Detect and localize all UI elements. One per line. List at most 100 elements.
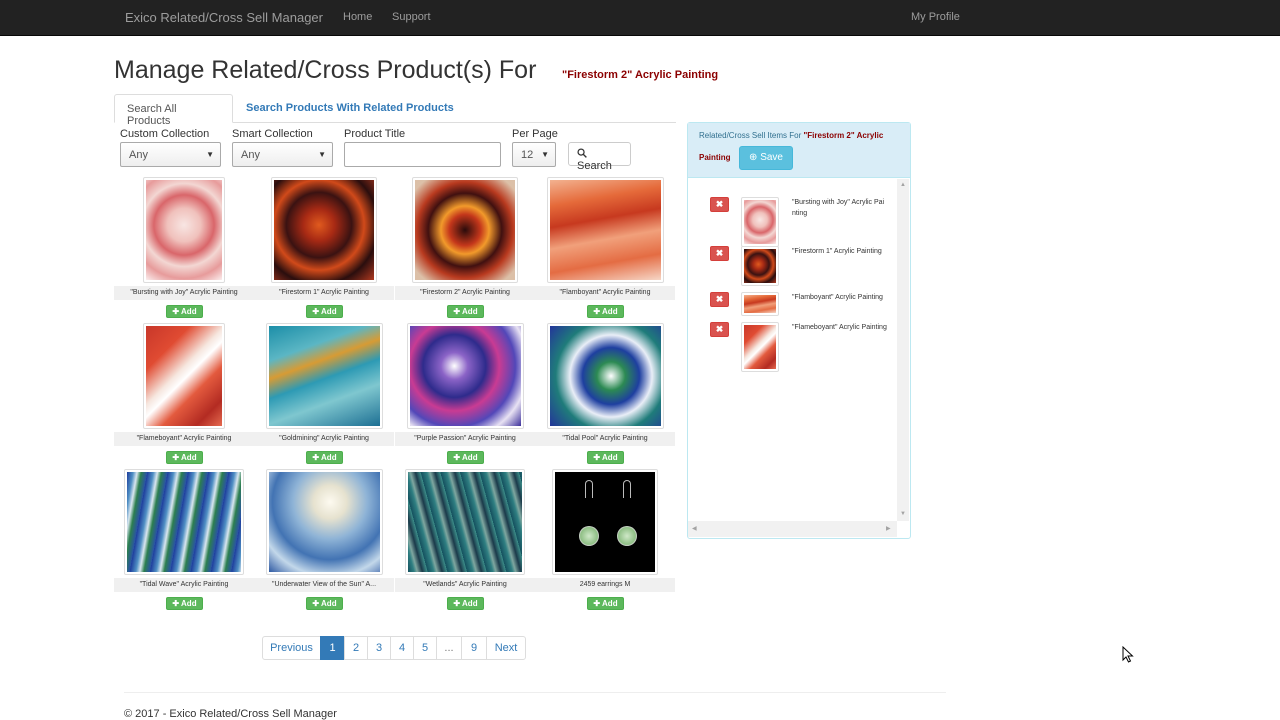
remove-item-button[interactable]: ✖ (710, 292, 729, 307)
add-product-button[interactable]: ✚ Add (306, 451, 343, 464)
brand-link[interactable]: Exico Related/Cross Sell Manager (125, 10, 323, 25)
related-item-title: "Bursting with Joy" Acrylic Painting (792, 199, 885, 217)
related-panel-heading: Related/Cross Sell Items For "Firestorm … (688, 123, 910, 178)
search-button-label: Search (577, 160, 612, 172)
product-title-input[interactable] (344, 142, 501, 167)
search-button[interactable]: Search (568, 142, 631, 172)
scroll-down-icon: ▼ (900, 511, 906, 517)
product-image (266, 469, 383, 575)
add-product-button[interactable]: ✚ Add (587, 305, 624, 318)
scroll-left-icon: ◀ (692, 526, 697, 532)
add-product-button[interactable]: ✚ Add (306, 597, 343, 610)
product-title: "Flamboyant" Acrylic Painting (535, 286, 675, 300)
remove-item-button[interactable]: ✖ (710, 322, 729, 337)
product-title: "Tidal Pool" Acrylic Painting (535, 432, 675, 446)
product-image (143, 177, 225, 283)
product-title: "Flameboyant" Acrylic Painting (114, 432, 254, 446)
related-item-title: "Flameboyant" Acrylic Painting (792, 324, 887, 331)
related-panel-title: Related/Cross Sell Items For "Firestorm … (699, 131, 884, 140)
pagination-page-1[interactable]: 1 (320, 636, 345, 660)
related-item-image (741, 197, 779, 247)
product-image (407, 323, 524, 429)
product-title: "Purple Passion" Acrylic Painting (395, 432, 535, 446)
vertical-scrollbar[interactable]: ▲ ▼ (897, 179, 909, 521)
per-page-label: Per Page (512, 128, 558, 140)
add-product-button[interactable]: ✚ Add (447, 451, 484, 464)
nav-home-link[interactable]: Home (343, 11, 372, 23)
custom-collection-label: Custom Collection (120, 128, 210, 140)
product-title: "Wetlands" Acrylic Painting (395, 578, 535, 592)
scroll-up-icon: ▲ (900, 182, 906, 188)
remove-icon: ✖ (715, 324, 724, 334)
remove-item-button[interactable]: ✖ (710, 246, 729, 261)
scroll-right-icon: ▶ (886, 526, 891, 532)
smart-collection-value: Any (241, 149, 260, 161)
product-title: 2459 earrings M (535, 578, 675, 592)
footer-copyright: © 2017 - Exico Related/Cross Sell Manage… (124, 708, 337, 720)
caret-down-icon: ▼ (541, 150, 549, 159)
add-product-button[interactable]: ✚ Add (587, 451, 624, 464)
search-tabs: Search All Products Search Products With… (114, 94, 676, 127)
related-item-image (741, 246, 779, 286)
pagination-page-3[interactable]: 3 (367, 636, 391, 660)
pagination-page-4[interactable]: 4 (390, 636, 414, 660)
pagination-page-9[interactable]: 9 (461, 636, 487, 660)
add-product-button[interactable]: ✚ Add (166, 451, 203, 464)
related-item-image (741, 322, 779, 372)
smart-collection-label: Smart Collection (232, 128, 313, 140)
tab-search-products-with-related[interactable]: Search Products With Related Products (234, 94, 466, 123)
related-item-title: "Firestorm 1" Acrylic Painting (792, 248, 882, 255)
pagination: Previous 1 2 3 4 5 ... 9 Next (262, 636, 526, 660)
related-panel-title-product: Painting (699, 153, 731, 162)
pagination-ellipsis: ... (436, 636, 462, 660)
product-title-label: Product Title (344, 128, 406, 140)
per-page-value: 12 (521, 149, 534, 161)
add-product-button[interactable]: ✚ Add (166, 305, 203, 318)
product-image (405, 469, 525, 575)
product-image (552, 469, 658, 575)
save-icon: ⊕ (749, 152, 758, 163)
product-image (547, 177, 664, 283)
product-title: "Bursting with Joy" Acrylic Painting (114, 286, 254, 300)
add-product-button[interactable]: ✚ Add (447, 597, 484, 610)
smart-collection-select[interactable]: Any ▼ (232, 142, 333, 167)
remove-item-button[interactable]: ✖ (710, 197, 729, 212)
per-page-select[interactable]: 12 ▼ (512, 142, 556, 167)
pagination-previous[interactable]: Previous (262, 636, 321, 660)
pagination-next[interactable]: Next (486, 636, 526, 660)
caret-down-icon: ▼ (318, 150, 326, 159)
product-image (271, 177, 377, 283)
nav-my-profile-link[interactable]: My Profile (911, 11, 960, 23)
related-item-title: "Flamboyant" Acrylic Painting (792, 294, 883, 301)
related-item-image (741, 292, 779, 316)
custom-collection-select[interactable]: Any ▼ (120, 142, 221, 167)
product-title: "Firestorm 2" Acrylic Painting (395, 286, 535, 300)
caret-down-icon: ▼ (206, 150, 214, 159)
horizontal-scrollbar[interactable]: ◀ ▶ (688, 521, 897, 537)
product-title: "Tidal Wave" Acrylic Painting (114, 578, 254, 592)
tab-search-all-products[interactable]: Search All Products (114, 94, 233, 127)
product-image (124, 469, 244, 575)
add-product-button[interactable]: ✚ Add (447, 305, 484, 318)
pagination-page-5[interactable]: 5 (413, 636, 437, 660)
remove-icon: ✖ (715, 248, 724, 258)
add-product-button[interactable]: ✚ Add (166, 597, 203, 610)
product-title: "Goldmining" Acrylic Painting (254, 432, 394, 446)
product-image (412, 177, 518, 283)
search-icon (577, 148, 587, 158)
product-image (143, 323, 225, 429)
save-button[interactable]: ⊕ Save (739, 146, 793, 170)
add-product-button[interactable]: ✚ Add (306, 305, 343, 318)
pagination-page-2[interactable]: 2 (344, 636, 368, 660)
product-title: "Firestorm 1" Acrylic Painting (254, 286, 394, 300)
mouse-cursor-icon (1122, 646, 1134, 663)
top-navbar: Exico Related/Cross Sell Manager Home Su… (0, 0, 1280, 36)
nav-support-link[interactable]: Support (392, 11, 431, 23)
product-image (266, 323, 383, 429)
related-items-list[interactable]: ✖ "Bursting with Joy" Acrylic Painting ✖… (688, 179, 910, 538)
custom-collection-value: Any (129, 149, 148, 161)
page-title: Manage Related/Cross Product(s) For (114, 56, 537, 84)
add-product-button[interactable]: ✚ Add (587, 597, 624, 610)
product-image (547, 323, 664, 429)
related-items-panel: Related/Cross Sell Items For "Firestorm … (687, 122, 911, 539)
